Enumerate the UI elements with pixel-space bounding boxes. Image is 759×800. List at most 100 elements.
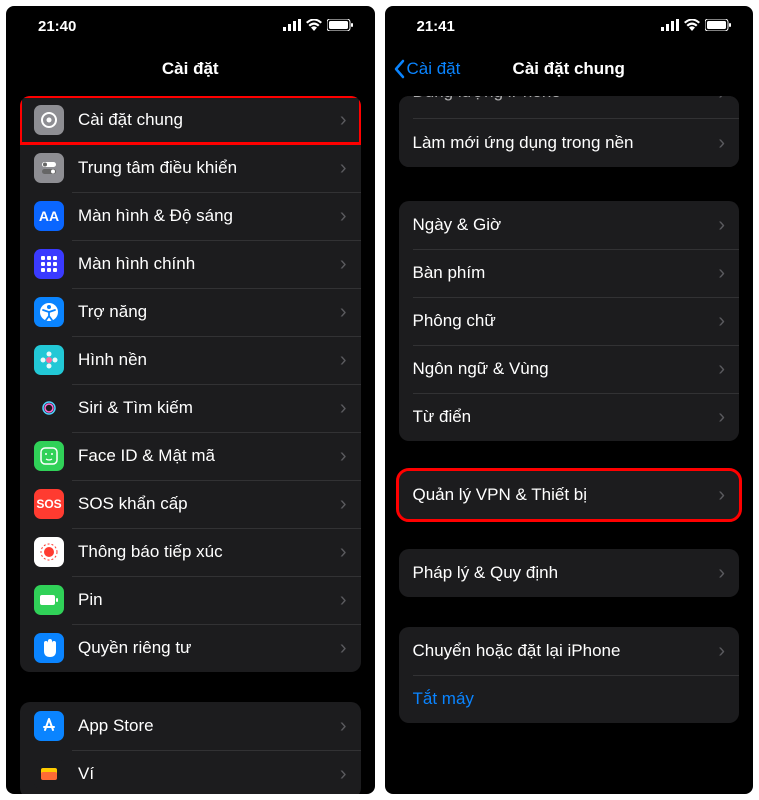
row-wallpaper[interactable]: Hình nền› (20, 336, 361, 384)
appstore-icon (34, 711, 64, 741)
page-title: Cài đặt chung (513, 59, 625, 79)
chevron-right-icon: › (718, 96, 725, 105)
signal-icon (661, 18, 679, 35)
row-fonts[interactable]: Phông chữ› (399, 297, 740, 345)
chevron-right-icon: › (718, 358, 725, 381)
settings-group-main: Cài đặt chung›Trung tâm điều khiển›AAMàn… (20, 96, 361, 672)
row-language[interactable]: Ngôn ngữ & Vùng› (399, 345, 740, 393)
row-label: Màn hình chính (78, 254, 340, 274)
back-button[interactable]: Cài đặt (393, 59, 461, 79)
status-bar: 21:40 (6, 6, 375, 46)
battery-icon (705, 18, 731, 35)
row-display[interactable]: AAMàn hình & Độ sáng› (20, 192, 361, 240)
chevron-right-icon: › (718, 406, 725, 429)
row-control-center[interactable]: Trung tâm điều khiển› (20, 144, 361, 192)
row-home-screen[interactable]: Màn hình chính› (20, 240, 361, 288)
chevron-right-icon: › (340, 763, 347, 786)
row-label: App Store (78, 716, 340, 736)
row-label: Cài đặt chung (78, 110, 340, 130)
status-bar: 21:41 (385, 6, 754, 46)
battery-icon (327, 18, 353, 35)
row-vpn[interactable]: Quản lý VPN & Thiết bị› (399, 471, 740, 519)
row-label: Chuyển hoặc đặt lại iPhone (413, 641, 719, 661)
page-title: Cài đặt (162, 59, 219, 79)
nav-header: Cài đặt Cài đặt chung (385, 46, 754, 92)
general-icon (34, 105, 64, 135)
chevron-right-icon: › (718, 640, 725, 663)
settings-group-store: App Store›Ví› (20, 702, 361, 794)
row-legal[interactable]: Pháp lý & Quy định› (399, 549, 740, 597)
chevron-right-icon: › (340, 493, 347, 516)
back-label: Cài đặt (407, 59, 461, 79)
chevron-right-icon: › (340, 589, 347, 612)
row-privacy[interactable]: Quyền riêng tư› (20, 624, 361, 672)
row-battery[interactable]: Pin› (20, 576, 361, 624)
row-keyboard[interactable]: Bàn phím› (399, 249, 740, 297)
row-siri[interactable]: Siri & Tìm kiếm› (20, 384, 361, 432)
chevron-right-icon: › (340, 445, 347, 468)
row-label: Màn hình & Độ sáng (78, 206, 340, 226)
row-wallet[interactable]: Ví› (20, 750, 361, 794)
group-refresh: Làm mới ứng dụng trong nền› (399, 119, 740, 167)
row-label: Từ điển (413, 407, 719, 427)
row-sos[interactable]: SOSSOS khẩn cấp› (20, 480, 361, 528)
row-transfer-reset[interactable]: Chuyển hoặc đặt lại iPhone› (399, 627, 740, 675)
row-label: Pin (78, 590, 340, 610)
chevron-right-icon: › (340, 157, 347, 180)
row-bg-refresh[interactable]: Làm mới ứng dụng trong nền› (399, 119, 740, 167)
wifi-icon (684, 18, 700, 35)
chevron-right-icon: › (718, 484, 725, 507)
group-datetime: Ngày & Giờ›Bàn phím›Phông chữ›Ngôn ngữ &… (399, 201, 740, 441)
group-vpn: Quản lý VPN & Thiết bị› (399, 471, 740, 519)
row-accessibility[interactable]: Trợ năng› (20, 288, 361, 336)
chevron-right-icon: › (718, 562, 725, 585)
chevron-right-icon: › (718, 132, 725, 155)
chevron-right-icon: › (340, 349, 347, 372)
row-shutdown[interactable]: Tắt máy (399, 675, 740, 723)
phone-left-settings: 21:40 Cài đặt Cài đặt chung›Trung tâm đi… (6, 6, 375, 794)
row-label: Pháp lý & Quy định (413, 563, 719, 583)
status-time: 21:41 (417, 18, 455, 35)
phone-right-general: 21:41 Cài đặt Cài đặt chung Dung lượng i… (385, 6, 754, 794)
row-label: Làm mới ứng dụng trong nền (413, 133, 719, 153)
home-screen-icon (34, 249, 64, 279)
nav-header: Cài đặt (6, 46, 375, 92)
row-appstore[interactable]: App Store› (20, 702, 361, 750)
status-right (283, 18, 353, 35)
chevron-right-icon: › (718, 262, 725, 285)
battery-icon (34, 585, 64, 615)
sos-icon: SOS (34, 489, 64, 519)
wifi-icon (306, 18, 322, 35)
row-label: Dung lượng iPhone (413, 96, 719, 102)
row-label: Ví (78, 764, 340, 784)
row-label: Phông chữ (413, 311, 719, 331)
chevron-right-icon: › (340, 253, 347, 276)
chevron-right-icon: › (340, 541, 347, 564)
row-faceid[interactable]: Face ID & Mật mã› (20, 432, 361, 480)
row-label: Trợ năng (78, 302, 340, 322)
chevron-right-icon: › (340, 205, 347, 228)
chevron-right-icon: › (340, 301, 347, 324)
row-exposure[interactable]: Thông báo tiếp xúc› (20, 528, 361, 576)
settings-content[interactable]: Cài đặt chung›Trung tâm điều khiển›AAMàn… (6, 92, 375, 794)
general-content[interactable]: Dung lượng iPhone › Làm mới ứng dụng tro… (385, 92, 754, 794)
row-label: Ngôn ngữ & Vùng (413, 359, 719, 379)
row-label: Hình nền (78, 350, 340, 370)
row-label: Trung tâm điều khiển (78, 158, 340, 178)
row-general[interactable]: Cài đặt chung› (20, 96, 361, 144)
row-label: Tắt máy (413, 689, 726, 709)
status-right (661, 18, 731, 35)
row-storage-partial[interactable]: Dung lượng iPhone › (399, 96, 740, 118)
chevron-right-icon: › (718, 214, 725, 237)
faceid-icon (34, 441, 64, 471)
chevron-right-icon: › (340, 109, 347, 132)
accessibility-icon (34, 297, 64, 327)
row-date-time[interactable]: Ngày & Giờ› (399, 201, 740, 249)
row-label: Siri & Tìm kiếm (78, 398, 340, 418)
status-time: 21:40 (38, 18, 76, 35)
row-dictionary[interactable]: Từ điển› (399, 393, 740, 441)
chevron-right-icon: › (340, 715, 347, 738)
row-label: Face ID & Mật mã (78, 446, 340, 466)
chevron-right-icon: › (340, 397, 347, 420)
group-legal: Pháp lý & Quy định› (399, 549, 740, 597)
